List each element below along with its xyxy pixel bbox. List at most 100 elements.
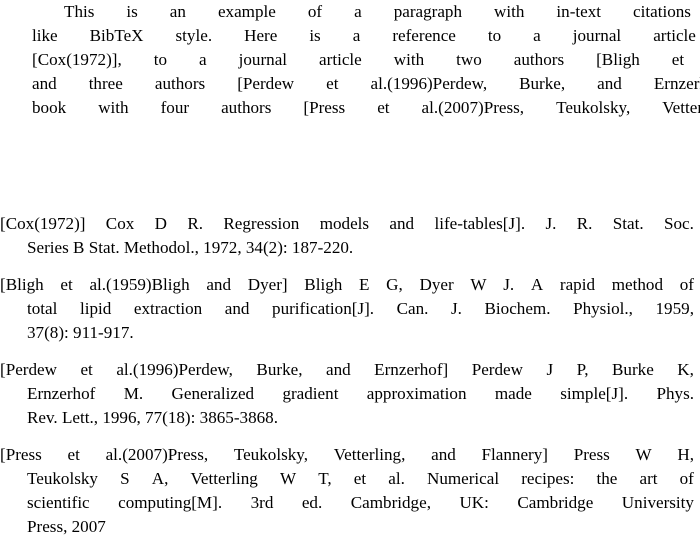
text-word: of [307, 2, 323, 21]
paragraph-line: and three authors [Perdew et al.(1996)Perdew,… [0, 72, 700, 96]
text-word: Flannery] [481, 445, 548, 464]
text-word: with [98, 98, 129, 117]
text-word: paragraph [393, 2, 463, 21]
text-word: example [217, 2, 276, 21]
text-word: with [494, 2, 525, 21]
text-word: Can. [396, 299, 429, 318]
text-word: BibTeX [89, 26, 144, 45]
text-word: journal [572, 26, 622, 45]
text-word: W [470, 275, 487, 294]
text-word: [Bligh [0, 275, 44, 294]
text-word: [Perdew [237, 74, 295, 93]
text-word: al.(1996)Perdew, [116, 360, 233, 379]
text-word: a [354, 2, 362, 21]
text-word: Press [573, 445, 610, 464]
bibliography-entry: [Cox(1972)] Cox D R. Regression models and life… [0, 212, 694, 260]
bibliography-entry-continuation-line: total lipid extraction and purification[J]. C… [0, 297, 694, 321]
text-word: and [32, 74, 57, 93]
text-word: Ernzerhof], [653, 74, 700, 93]
text-word: Ernzerhof [27, 384, 96, 403]
text-word: E [359, 275, 370, 294]
bibliography-list: [Cox(1972)] Cox D R. Regression models and life… [0, 212, 694, 539]
text-word: J. [545, 214, 557, 233]
text-word: and [325, 360, 351, 379]
text-word: journal [238, 50, 288, 69]
text-word: a [199, 50, 207, 69]
text-word: al.(1959)Bligh [684, 48, 700, 72]
text-word: book [32, 98, 67, 117]
text-word: et [377, 98, 390, 117]
text-word: in-text [556, 2, 602, 21]
text-word: with [696, 24, 700, 48]
text-word: 3rd [250, 493, 274, 512]
text-word: Here [244, 26, 278, 45]
text-word: Ernzerhof] [374, 360, 449, 379]
text-word: an [169, 2, 186, 21]
text-word: to [487, 26, 502, 45]
text-word: recipes: [521, 469, 575, 488]
text-word: G, [386, 275, 403, 294]
text-word: Biochem. [484, 299, 551, 318]
text-word: a [352, 26, 361, 45]
text-word: J. [503, 275, 515, 294]
text-word: computing[M]. [118, 493, 223, 512]
text-word: life-tables[J]. [434, 214, 526, 233]
bibliography-entry-first-line: [Perdew et al.(1996)Perdew, Burke, and Ernzer… [0, 358, 694, 382]
text-word: [Cox(1972)], [32, 50, 122, 69]
text-word: Stat. [612, 214, 644, 233]
text-word: of [679, 469, 694, 488]
text-word: using [691, 0, 700, 24]
text-word: rapid [559, 275, 596, 294]
text-word: D [154, 214, 167, 233]
bibliography-entry-continuation-line: Series B Stat. Methodol., 1972, 34(2): 1… [27, 238, 354, 257]
text-word: University [621, 493, 694, 512]
text-word: J [546, 360, 554, 379]
text-word: S [120, 469, 130, 488]
text-word: J. [451, 299, 462, 318]
text-word: et [353, 469, 367, 488]
text-word: et [67, 445, 80, 464]
text-word: T, [318, 469, 332, 488]
bibliography-entry-continuation-line: Press, 2007 [27, 517, 106, 536]
text-word: Phys. [656, 384, 694, 403]
text-word: two [456, 50, 482, 69]
text-word: Burke [612, 360, 654, 379]
text-word: et [60, 275, 73, 294]
text-word: P, [576, 360, 589, 379]
text-word: Teukolsky [27, 469, 98, 488]
text-word: Cambridge, [350, 493, 431, 512]
text-word: [Cox(1972)] [0, 214, 86, 233]
text-word: simple[J]. [560, 384, 629, 403]
body-paragraph: This is an example of a paragraph with in-text ci… [0, 0, 700, 120]
text-word: Vetterling [190, 469, 258, 488]
text-word: R. [187, 214, 204, 233]
text-word: approximation [366, 384, 467, 403]
text-word: Soc. [663, 214, 694, 233]
text-word: Perdew [471, 360, 523, 379]
text-word: al.(2007)Press, [105, 445, 209, 464]
text-word: UK: [459, 493, 489, 512]
text-word: et [326, 74, 339, 93]
text-word: a [533, 26, 541, 45]
text-word: three [88, 74, 123, 93]
text-word: Bligh [304, 275, 343, 294]
text-word: al.(1959)Bligh [89, 275, 190, 294]
text-word: Physiol., [573, 299, 633, 318]
text-word: Burke, [256, 360, 303, 379]
text-word: method [611, 275, 664, 294]
text-word: art [639, 469, 658, 488]
bibliography-entry-continuation-line: 37(8): 911-917. [27, 323, 134, 342]
text-word: of [679, 275, 694, 294]
bibliography-entry: [Bligh et al.(1959)Bligh and Dyer] Bligh E G, Dy… [0, 273, 694, 345]
text-word: and [431, 445, 456, 464]
text-word: total [27, 299, 58, 318]
text-word: authors [221, 98, 272, 117]
text-word: et [671, 50, 685, 69]
text-word: Regression [223, 214, 300, 233]
text-word: article [653, 26, 696, 45]
text-word: Generalized [171, 384, 255, 403]
text-word: [Perdew [0, 360, 57, 379]
text-word: and [224, 299, 250, 318]
text-word: Burke, [519, 74, 566, 93]
text-word: A, [151, 469, 169, 488]
